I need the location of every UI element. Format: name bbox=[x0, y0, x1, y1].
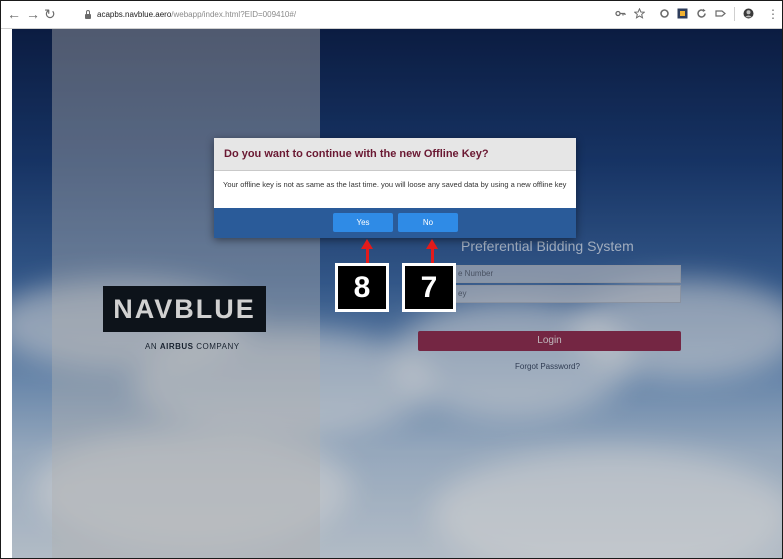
back-arrow-icon[interactable]: ← bbox=[7, 5, 21, 23]
dialog-message: Your offline key is not as same as the l… bbox=[223, 180, 567, 189]
menu-dots-icon[interactable]: ⋮ bbox=[767, 5, 779, 23]
profile-avatar-icon[interactable] bbox=[743, 8, 754, 19]
modal-backdrop bbox=[12, 29, 782, 558]
url-path: /webapp/index.html?EID=009410#/ bbox=[171, 10, 297, 19]
lock-icon bbox=[85, 9, 91, 19]
offline-key-dialog: Do you want to continue with the new Off… bbox=[214, 138, 576, 238]
star-icon[interactable] bbox=[634, 8, 645, 19]
browser-toolbar: ← → ↻ acapbs.navblue.aero/webapp/index.h… bbox=[1, 1, 782, 29]
dialog-header: Do you want to continue with the new Off… bbox=[214, 138, 576, 171]
key-icon[interactable] bbox=[615, 8, 626, 19]
annotation-arrow-yes-stem bbox=[366, 248, 369, 264]
extension-refresh-icon[interactable] bbox=[696, 8, 707, 19]
forward-arrow-icon[interactable]: → bbox=[26, 5, 40, 23]
toolbar-divider bbox=[734, 7, 735, 21]
extension-tag-icon[interactable] bbox=[715, 8, 726, 19]
url-host: acapbs.navblue.aero bbox=[97, 10, 172, 19]
extension-square-icon[interactable] bbox=[677, 8, 688, 19]
annotation-arrow-no-stem bbox=[431, 248, 434, 264]
dialog-title: Do you want to continue with the new Off… bbox=[224, 148, 489, 160]
no-button[interactable]: No bbox=[398, 213, 458, 232]
step-badge-yes: 8 bbox=[335, 263, 389, 312]
reload-icon[interactable]: ↻ bbox=[44, 5, 56, 23]
step-badge-no: 7 bbox=[402, 263, 456, 312]
extension-circle-icon[interactable] bbox=[659, 8, 670, 19]
url-text: acapbs.navblue.aero/webapp/index.html?EI… bbox=[97, 10, 296, 19]
page-frame: ← → ↻ acapbs.navblue.aero/webapp/index.h… bbox=[0, 0, 783, 559]
address-bar[interactable]: acapbs.navblue.aero/webapp/index.html?EI… bbox=[85, 6, 296, 23]
yes-button[interactable]: Yes bbox=[333, 213, 393, 232]
dialog-footer: Yes No bbox=[214, 208, 576, 238]
